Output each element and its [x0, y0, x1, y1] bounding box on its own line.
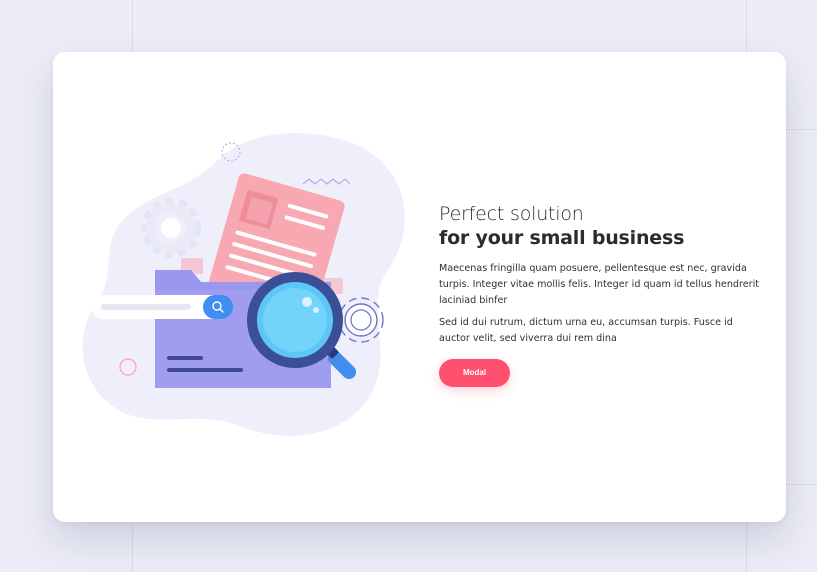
hero-card: Perfect solution for your small business…: [53, 52, 786, 522]
hero-title-line1: Perfect solution: [439, 203, 584, 225]
search-bar: [91, 295, 233, 319]
modal-button[interactable]: Modal: [439, 359, 510, 387]
hero-paragraph-2: Sed id dui rutrum, dictum urna eu, accum…: [439, 317, 733, 344]
gear-icon: [141, 198, 201, 258]
hero-title-line2: for your small business: [439, 227, 685, 249]
hero-paragraph-1: Maecenas fringilla quam posuere, pellent…: [439, 263, 759, 306]
hero-illustration: [82, 133, 405, 436]
hero-content: Perfect solution for your small business…: [439, 202, 759, 387]
grid-line: [786, 484, 817, 485]
grid-line: [786, 129, 817, 130]
